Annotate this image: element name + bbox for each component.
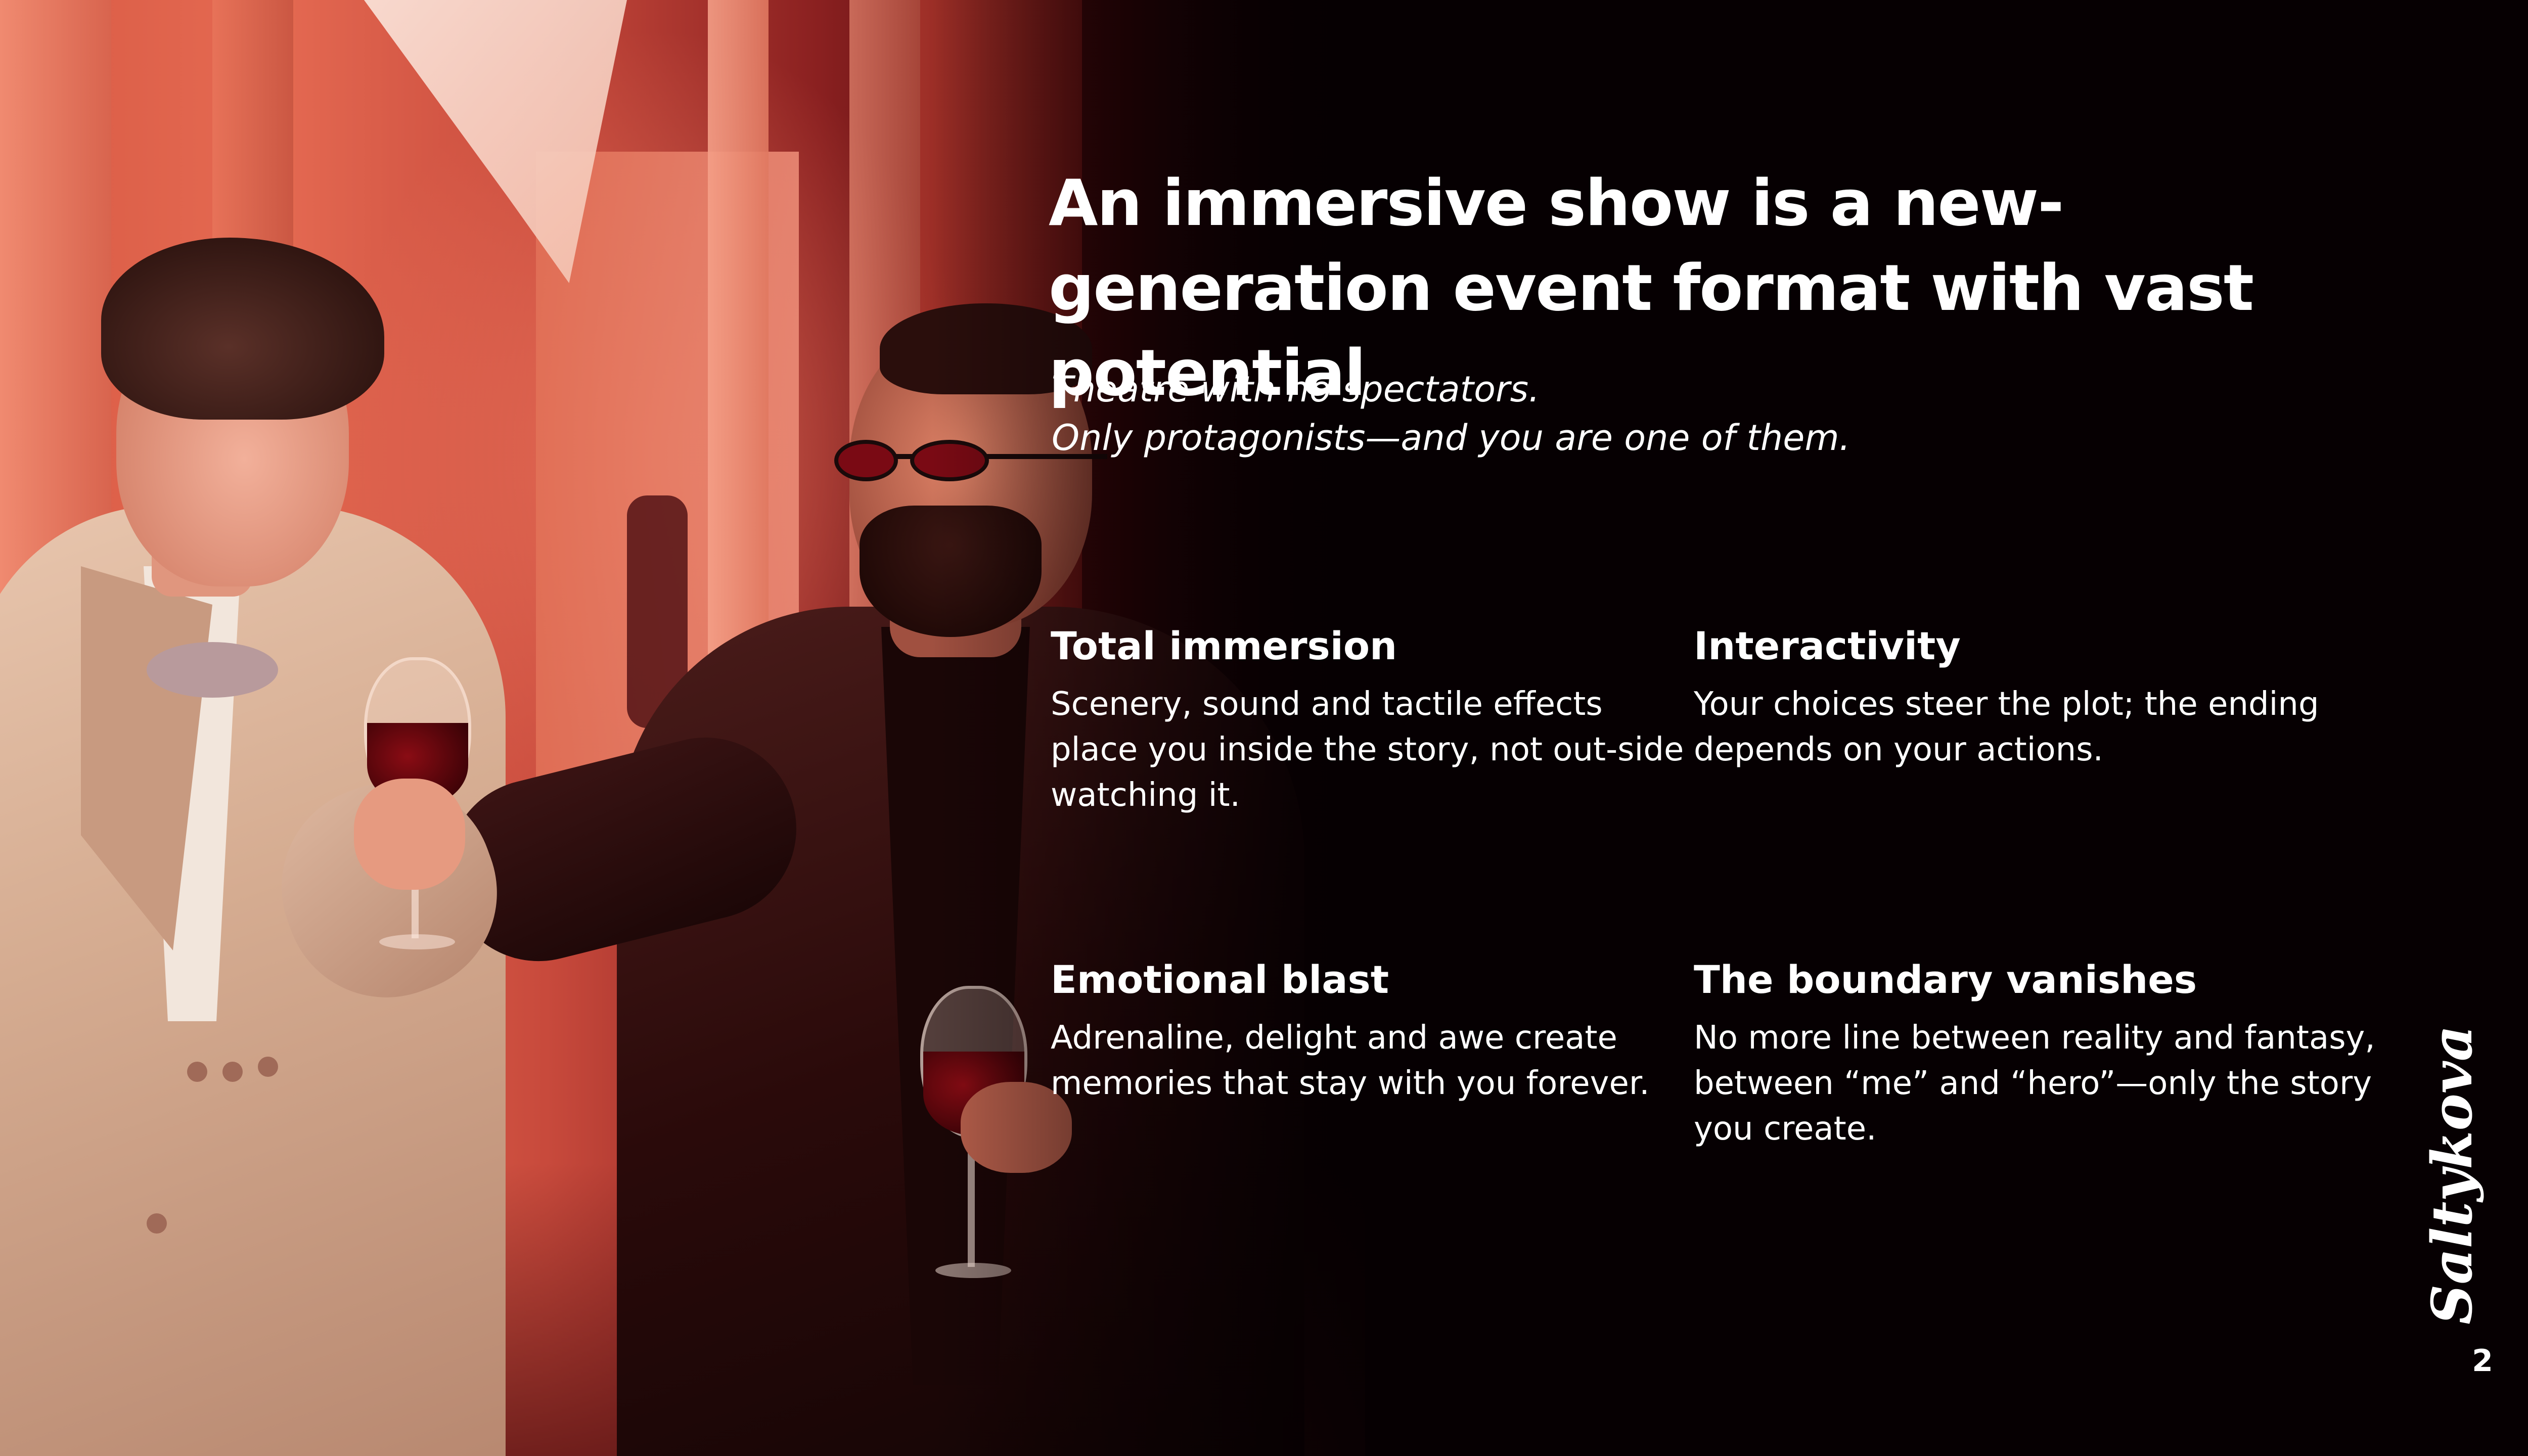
feature-heading: Total immersion [1051,623,1397,668]
slide: An immersive show is a new-generation ev… [0,0,2528,1456]
feature-heading: Emotional blast [1051,957,1389,1002]
feature-text: Your choices steer the plot; the ending … [1694,686,2319,768]
feature-boundary-vanishes: The boundary vanishes No more line betwe… [1694,954,2412,1152]
tagline-line: Only protagonists—and you are one of the… [1052,417,1850,459]
feature-text: Adrenaline, delight and awe create memor… [1051,1019,1650,1102]
feature-heading: Interactivity [1694,623,1961,668]
feature-text: Scenery, sound and tactile effects place… [1051,686,1684,814]
page-number: 2 [2472,1343,2493,1379]
feature-heading: The boundary vanishes [1694,957,2197,1002]
feature-text: No more line between reality and fantasy… [1694,1019,2375,1148]
feature-interactivity: Interactivity Your choices steer the plo… [1694,621,2412,772]
feature-total-immersion: Total immersion Scenery, sound and tacti… [1051,621,1688,818]
tagline-line: Theatre with no spectators. [1052,369,1540,410]
tagline: Theatre with no spectators. Only protago… [1052,365,2366,462]
feature-emotional-blast: Emotional blast Adrenaline, delight and … [1051,954,1688,1106]
signature-logo: Saltykova [2419,1025,2485,1325]
